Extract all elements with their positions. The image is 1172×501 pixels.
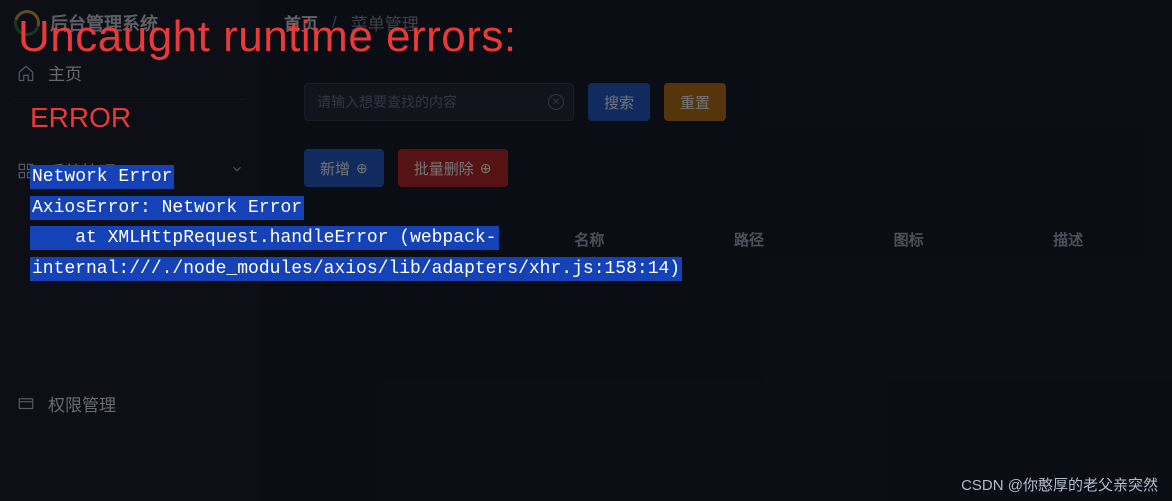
error-stack: Network Error AxiosError: Network Error … xyxy=(30,162,700,284)
error-stack-text: Network Error AxiosError: Network Error … xyxy=(30,165,682,281)
error-headline: Uncaught runtime errors: xyxy=(18,12,1154,62)
runtime-error-overlay: Uncaught runtime errors: ERROR Network E… xyxy=(0,0,1172,501)
error-label: ERROR xyxy=(30,102,1154,134)
watermark-text: CSDN @你憨厚的老父亲突然 xyxy=(961,474,1158,495)
